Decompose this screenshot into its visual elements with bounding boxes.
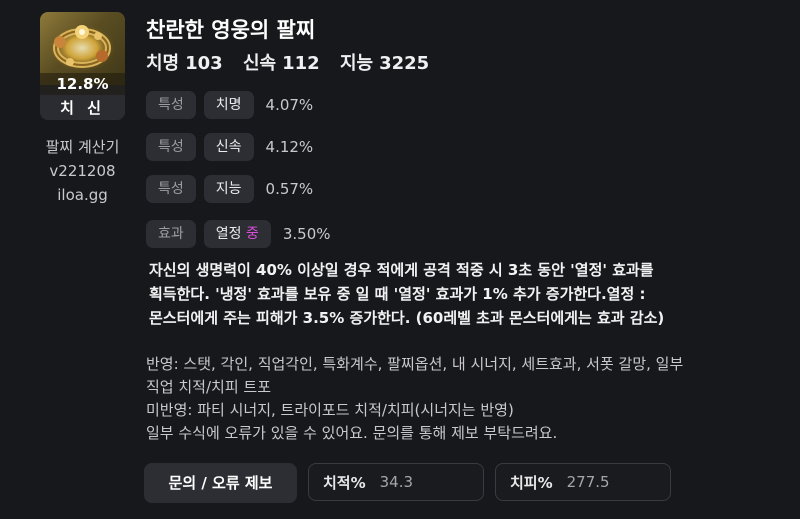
option-value: 4.12%	[265, 138, 314, 156]
option-row: 특성 신속 4.12%	[146, 133, 313, 161]
option-value: 0.57%	[265, 180, 314, 198]
option-value: 3.50%	[282, 225, 331, 243]
note-line: 반영: 스탯, 각인, 직업각인, 특화계수, 팔찌옵션, 내 시너지, 세트효…	[146, 355, 684, 373]
report-error-button[interactable]: 문의 / 오류 제보	[144, 463, 297, 503]
description-line: 몬스터에게 주는 피해가 3.5% 증가한다. (60레벨 초과 몬스터에게는 …	[149, 309, 665, 327]
stat-label: 치명	[146, 53, 180, 74]
calculation-notes: 반영: 스탯, 각인, 직업각인, 특화계수, 팔찌옵션, 내 시너지, 세트효…	[146, 353, 786, 445]
crit-damage-value[interactable]: 277.5	[567, 473, 610, 491]
note-line: 일부 수식에 오류가 있을 수 있어요. 문의를 통해 제보 부탁드려요.	[146, 424, 558, 442]
option-type: 특성	[146, 91, 196, 119]
stat-int: 지능 3225	[340, 53, 429, 74]
stat-label: 신속	[242, 53, 277, 74]
option-name: 신속	[203, 133, 254, 161]
option-name: 열정 중	[203, 220, 271, 248]
crit-rate-field[interactable]: 치적% 34.3	[308, 463, 484, 501]
description-line: 자신의 생명력이 40% 이상일 경우 적에게 공격 적중 시 3초 동안 '열…	[149, 261, 654, 279]
option-name-text: 열정	[215, 226, 242, 242]
item-percent: 12.8%	[40, 73, 125, 95]
option-type: 특성	[146, 175, 196, 203]
effect-description: 자신의 생명력이 40% 이상일 경우 적에게 공격 적중 시 3초 동안 '열…	[149, 258, 749, 330]
option-name-text: 신속	[215, 139, 242, 155]
option-type: 특성	[146, 133, 196, 161]
item-title: 찬란한 영웅의 팔찌	[146, 18, 316, 42]
note-line: 미반영: 파티 시너지, 트라이포드 치적/치피(시너지는 반영)	[146, 401, 514, 419]
description-line: 획득한다. '냉정' 효과를 보유 중 일 때 '열정' 효과가 1% 추가 증…	[149, 285, 646, 303]
crit-rate-label: 치적%	[323, 473, 366, 492]
option-grade: 중	[245, 226, 259, 242]
calculator-name: 팔찌 계산기	[45, 138, 120, 156]
note-line: 직업 치적/치피 트포	[146, 378, 271, 396]
stat-value: 3225	[379, 53, 430, 74]
option-name: 치명	[203, 91, 254, 119]
bracelet-calculator-panel: 12.8% 치 신 팔찌 계산기 v221208 iloa.gg 찬란한 영웅의…	[0, 0, 800, 519]
stat-value: 112	[282, 53, 320, 74]
stat-label: 지능	[339, 53, 374, 74]
option-row: 특성 지능 0.57%	[146, 175, 313, 203]
crit-rate-value[interactable]: 34.3	[380, 473, 413, 491]
option-name: 지능	[203, 175, 254, 203]
item-stats: 치명 103 신속 112 지능 3225	[146, 49, 443, 75]
stat-value: 103	[185, 53, 223, 74]
crit-damage-label: 치피%	[510, 473, 553, 492]
calculator-info: 팔찌 계산기 v221208 iloa.gg	[35, 135, 130, 207]
option-row: 특성 치명 4.07%	[146, 91, 313, 119]
stat-swift: 신속 112	[243, 53, 320, 74]
calculator-version: v221208	[49, 162, 116, 180]
option-value: 4.07%	[265, 96, 314, 114]
option-type: 효과	[146, 220, 196, 248]
crit-damage-field[interactable]: 치피% 277.5	[495, 463, 671, 501]
option-name-text: 치명	[215, 97, 242, 113]
stat-crit: 치명 103	[146, 53, 223, 74]
option-name-text: 지능	[215, 181, 242, 197]
item-card: 12.8% 치 신	[40, 12, 125, 120]
option-row: 효과 열정 중 3.50%	[146, 220, 331, 248]
item-tag: 치 신	[40, 97, 125, 120]
calculator-site: iloa.gg	[57, 186, 108, 204]
